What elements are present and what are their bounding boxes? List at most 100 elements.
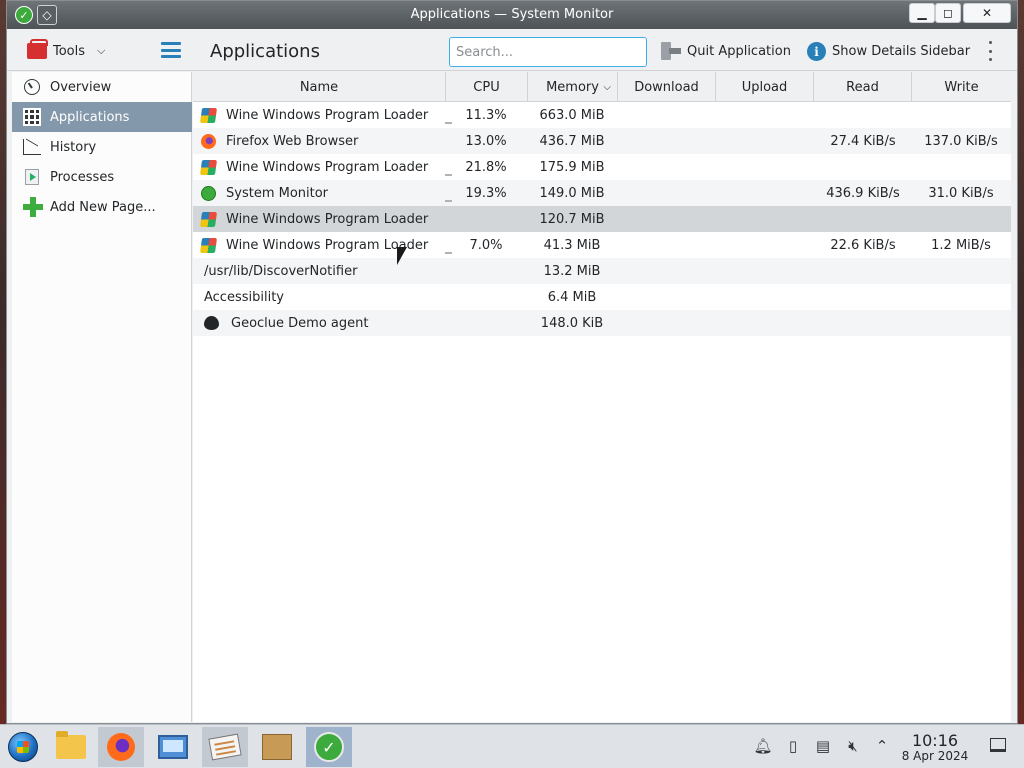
row-read bbox=[814, 310, 912, 336]
taskbar-file-manager[interactable] bbox=[48, 727, 94, 767]
row-cpu bbox=[445, 310, 527, 336]
row-name: Wine Windows Program Loader bbox=[226, 211, 429, 227]
row-memory: 13.2 MiB bbox=[543, 263, 601, 279]
mouse-cursor-icon bbox=[397, 247, 407, 265]
minimize-button[interactable]: ▁ bbox=[909, 3, 935, 23]
chart-icon bbox=[23, 138, 41, 156]
row-memory: 41.3 MiB bbox=[543, 237, 601, 253]
chevron-up-icon[interactable]: ⌃ bbox=[873, 737, 891, 755]
table-row[interactable]: System Monitor 19.3% 149.0 MiB 436.9 KiB… bbox=[193, 180, 1011, 206]
toolbox-icon bbox=[27, 39, 48, 59]
row-read bbox=[814, 258, 912, 284]
sidebar-item-applications[interactable]: Applications bbox=[12, 102, 192, 132]
column-header-write[interactable]: Write bbox=[912, 72, 1011, 102]
row-name: System Monitor bbox=[226, 185, 329, 201]
row-read bbox=[814, 206, 912, 232]
row-cpu: 21.8% bbox=[465, 159, 507, 175]
row-memory: 120.7 MiB bbox=[539, 211, 605, 227]
page-title: Applications bbox=[210, 41, 320, 62]
table-row[interactable]: Accessibility 6.4 MiB bbox=[193, 284, 1011, 310]
taskbar-firefox[interactable] bbox=[98, 727, 144, 767]
applications-table: Name CPU Memory ⌵ Download Upload Read W… bbox=[193, 72, 1011, 722]
table-row[interactable]: Geoclue Demo agent 148.0 KiB bbox=[193, 310, 1011, 336]
table-row-selected[interactable]: Wine Windows Program Loader 120.7 MiB bbox=[193, 206, 1011, 232]
sidebar-item-label: Add New Page... bbox=[50, 199, 156, 215]
system-monitor-icon bbox=[201, 185, 216, 201]
overview-gauge-icon bbox=[23, 78, 41, 96]
sidebar-item-add-new-page[interactable]: Add New Page... bbox=[12, 192, 192, 222]
row-read: 436.9 KiB/s bbox=[826, 185, 900, 201]
volume-muted-icon[interactable]: 🔇︎ bbox=[844, 737, 862, 755]
clock-date[interactable]: 8 Apr 2024 bbox=[895, 749, 975, 763]
row-name: /usr/lib/DiscoverNotifier bbox=[204, 263, 358, 279]
column-header-memory[interactable]: Memory ⌵ bbox=[528, 72, 618, 102]
column-header-download[interactable]: Download bbox=[618, 72, 716, 102]
row-memory: 663.0 MiB bbox=[539, 107, 605, 123]
close-button[interactable]: ✕ bbox=[963, 3, 1011, 23]
show-desktop-icon[interactable] bbox=[990, 738, 1006, 752]
row-cpu: 11.3% bbox=[465, 107, 507, 123]
table-header: Name CPU Memory ⌵ Download Upload Read W… bbox=[193, 72, 1011, 102]
hamburger-menu-icon[interactable] bbox=[161, 42, 181, 58]
row-write: 31.0 KiB/s bbox=[928, 185, 994, 201]
row-read bbox=[814, 284, 912, 310]
taskbar-remote-desktop[interactable] bbox=[150, 727, 196, 767]
row-memory: 148.0 KiB bbox=[540, 315, 604, 331]
maximize-button[interactable]: ◻ bbox=[935, 3, 961, 23]
taskbar-text-editor[interactable] bbox=[202, 727, 248, 767]
clipboard-icon[interactable]: ▯ bbox=[784, 737, 802, 755]
chevron-down-icon: ⌵ bbox=[97, 44, 106, 57]
taskbar-system-monitor[interactable]: ✓ bbox=[306, 727, 352, 767]
row-name: Wine Windows Program Loader bbox=[226, 159, 429, 175]
table-row[interactable]: Wine Windows Program Loader 21.8% 175.9 … bbox=[193, 154, 1011, 180]
sidebar-item-history[interactable]: History bbox=[12, 132, 192, 162]
quit-application-button[interactable]: Quit Application bbox=[661, 42, 791, 60]
package-icon bbox=[262, 734, 292, 760]
location-pin-icon bbox=[204, 316, 219, 330]
table-row[interactable]: Wine Windows Program Loader 11.3% 663.0 … bbox=[193, 102, 1011, 128]
row-write bbox=[912, 206, 1010, 232]
row-cpu bbox=[445, 284, 527, 310]
row-read: 22.6 KiB/s bbox=[830, 237, 896, 253]
apps-grid-icon bbox=[23, 108, 41, 126]
table-row[interactable]: Firefox Web Browser 13.0% 436.7 MiB 27.4… bbox=[193, 128, 1011, 154]
row-write bbox=[912, 258, 1010, 284]
show-details-sidebar-button[interactable]: i Show Details Sidebar bbox=[807, 42, 970, 61]
title-bar[interactable]: ✓ ◇ Applications — System Monitor ▁ ◻ ✕ bbox=[7, 1, 1017, 29]
column-header-name[interactable]: Name bbox=[193, 72, 446, 102]
sidebar-item-overview[interactable]: Overview bbox=[12, 72, 192, 102]
row-write bbox=[912, 154, 1010, 180]
table-row[interactable]: Wine Windows Program Loader 7.0% 41.3 Mi… bbox=[193, 232, 1011, 258]
notepad-icon bbox=[208, 733, 242, 761]
column-header-memory-label: Memory bbox=[546, 79, 599, 95]
row-cpu bbox=[445, 258, 527, 284]
row-cpu: 19.3% bbox=[465, 185, 507, 201]
notifications-bell-icon[interactable]: 🔔︎ bbox=[753, 737, 772, 755]
row-read bbox=[814, 102, 912, 128]
search-input[interactable] bbox=[449, 37, 647, 67]
row-write bbox=[912, 310, 1010, 336]
taskbar-package-installer[interactable] bbox=[254, 727, 300, 767]
clock-time[interactable]: 10:16 bbox=[905, 731, 965, 750]
sidebar-item-processes[interactable]: Processes bbox=[12, 162, 192, 192]
tools-label: Tools bbox=[53, 43, 86, 59]
battery-icon[interactable]: ▤ bbox=[814, 737, 832, 755]
row-write: 137.0 KiB/s bbox=[924, 133, 998, 149]
taskbar: ✓ 🔔︎ ▯ ▤ 🔇︎ ⌃ 10:16 8 Apr 2024 bbox=[0, 724, 1024, 768]
row-memory: 175.9 MiB bbox=[539, 159, 605, 175]
sidebar: Overview Applications History Processes … bbox=[12, 72, 192, 722]
row-name: Wine Windows Program Loader bbox=[226, 107, 429, 123]
row-name: Firefox Web Browser bbox=[226, 133, 359, 149]
more-options-icon[interactable] bbox=[987, 41, 993, 61]
start-menu-button[interactable] bbox=[0, 727, 46, 767]
info-icon: i bbox=[807, 42, 826, 61]
column-header-upload[interactable]: Upload bbox=[716, 72, 814, 102]
folder-icon bbox=[56, 731, 86, 759]
firefox-icon bbox=[107, 733, 135, 761]
column-header-cpu[interactable]: CPU bbox=[446, 72, 528, 102]
table-row[interactable]: /usr/lib/DiscoverNotifier 13.2 MiB bbox=[193, 258, 1011, 284]
wine-icon bbox=[199, 211, 218, 227]
column-header-read[interactable]: Read bbox=[814, 72, 912, 102]
window-title: Applications — System Monitor bbox=[410, 7, 614, 22]
tools-menu-button[interactable]: Tools ⌵ bbox=[27, 39, 106, 62]
